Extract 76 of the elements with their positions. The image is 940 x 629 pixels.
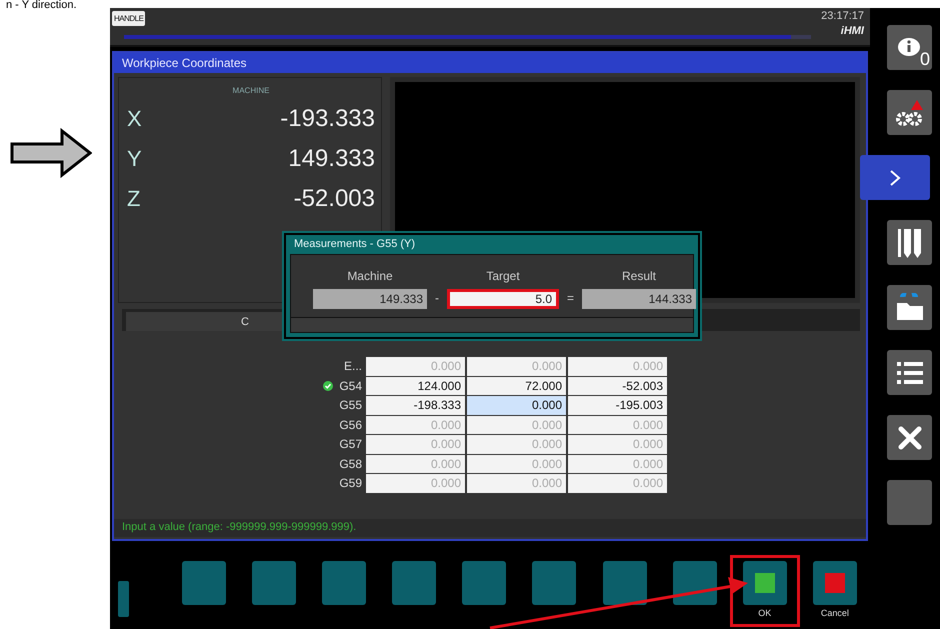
count-label: 0 (920, 49, 930, 70)
table-cell[interactable]: 0.000 (467, 474, 566, 492)
block-arrow-icon (10, 128, 92, 178)
table-cell[interactable]: 0.000 (366, 454, 465, 473)
table-cell[interactable]: -198.333 (366, 396, 465, 414)
table-cell[interactable]: 72.000 (467, 376, 566, 395)
offset-name: G58 (339, 456, 362, 471)
axis-label: Z (127, 186, 140, 212)
softkey-button[interactable] (532, 561, 576, 605)
chevron-right-icon (889, 168, 901, 186)
softkey-button[interactable] (392, 561, 436, 605)
caption-text: n - Y direction. (5, 0, 78, 10)
table-cell[interactable]: 0.000 (568, 416, 667, 434)
softkey-label: Cancel (820, 608, 849, 618)
softkey-button[interactable] (672, 561, 717, 605)
offset-name: G59 (339, 476, 362, 490)
sidebar-button[interactable] (887, 415, 932, 460)
offset-name: G55 (339, 398, 362, 412)
operator-sign: = (566, 291, 576, 307)
table-cell[interactable]: 0.000 (568, 435, 667, 454)
ok-button[interactable] (742, 561, 787, 605)
sidebar-button[interactable] (887, 350, 932, 395)
table-cell[interactable]: 0.000 (366, 357, 465, 376)
table-cell[interactable]: -195.003 (568, 396, 667, 414)
axis-value: -193.333 (280, 105, 375, 133)
clock-text: 23:17:17 (821, 10, 864, 22)
status-message: Input a value (range: -999999.999-999999.999). (114, 519, 866, 537)
field-label: Machine (347, 269, 393, 283)
table-cell[interactable]: 0.000 (467, 454, 566, 473)
side-tab[interactable] (118, 581, 129, 617)
sidebar-button[interactable] (887, 90, 932, 135)
operator-sign: - (434, 291, 440, 307)
table-cell[interactable]: 0.000 (467, 396, 566, 414)
softkey-button[interactable] (322, 561, 366, 605)
axis-value: -52.003 (294, 185, 375, 213)
table-cell[interactable]: 0.000 (467, 357, 566, 376)
axis-label: X (127, 106, 142, 132)
field-label: Target (486, 269, 520, 283)
axis-value: 149.333 (288, 145, 375, 173)
axis-label: Y (127, 146, 142, 172)
offset-name: G56 (339, 418, 362, 432)
tools-cross-icon (896, 424, 924, 452)
value-field[interactable]: 149.333 (313, 289, 427, 309)
table-cell[interactable]: 0.000 (467, 416, 566, 434)
value-field[interactable]: 5.0 (447, 289, 559, 309)
cancel-button[interactable] (812, 561, 857, 605)
sidebar-button[interactable] (887, 220, 932, 265)
table-cell[interactable]: -52.003 (568, 376, 667, 395)
table-cell[interactable]: 0.000 (366, 435, 465, 454)
softkey-button[interactable] (602, 561, 647, 605)
value-field[interactable]: 144.333 (582, 289, 696, 309)
softkey-button[interactable] (182, 561, 226, 605)
info-bubble-icon (896, 36, 922, 58)
offset-name: G57 (339, 437, 362, 452)
table-cell[interactable]: 0.000 (568, 357, 667, 376)
softkey-label: OK (758, 608, 772, 618)
field-label: Result (622, 269, 656, 283)
table-cell[interactable]: 124.000 (366, 376, 465, 395)
position-heading: MACHINE (232, 86, 270, 95)
panel-title: Workpiece Coordinates (114, 53, 866, 73)
dialog-title: Measurements - G55 (Y) (293, 237, 416, 252)
softkey-button[interactable] (462, 561, 506, 605)
table-cell[interactable]: 0.000 (366, 416, 465, 434)
brand-logo: iHMI (840, 25, 864, 37)
softkey-button[interactable] (252, 561, 296, 605)
offset-name: G54 (339, 378, 362, 393)
table-cell[interactable]: 0.000 (366, 474, 465, 492)
sidebar-button[interactable] (887, 285, 932, 330)
square-icon (824, 573, 845, 593)
table-cell[interactable]: 0.000 (568, 454, 667, 473)
table-cell[interactable]: 0.000 (568, 474, 667, 492)
sidebar-button[interactable]: 0 (887, 25, 932, 70)
offset-name: E... (344, 359, 362, 374)
table-cell[interactable]: 0.000 (467, 435, 566, 454)
mode-badge: HANDLE (112, 11, 146, 26)
square-icon (754, 573, 775, 593)
